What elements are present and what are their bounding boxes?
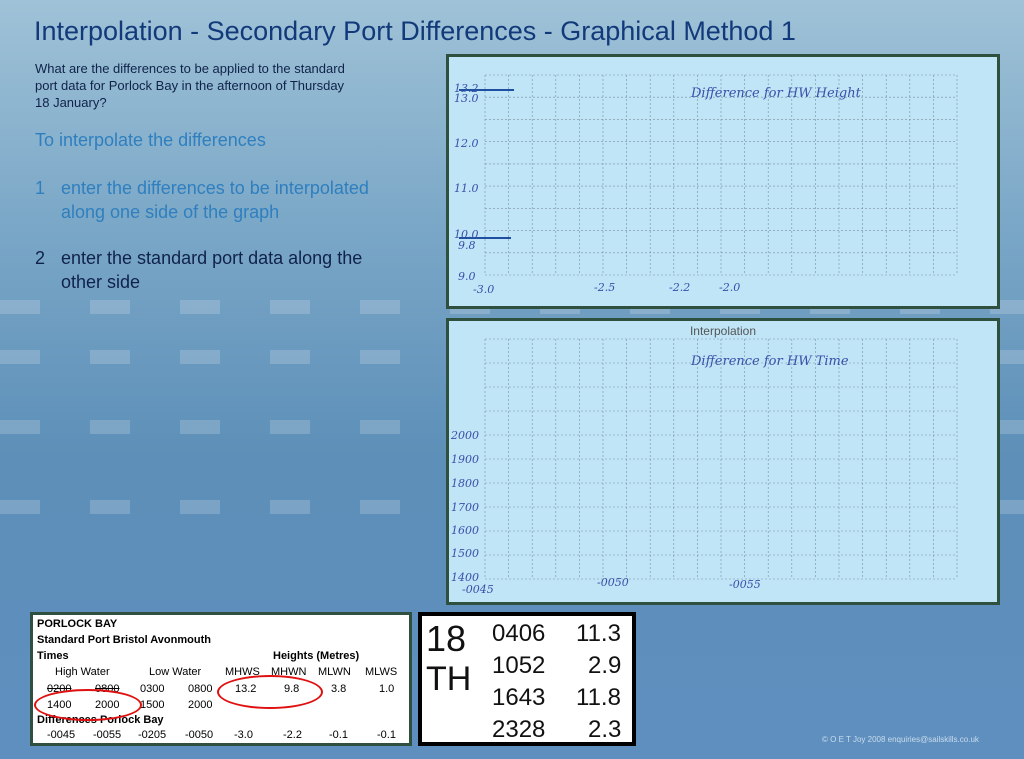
col-header: MLWS — [365, 666, 398, 678]
x-label: -0055 — [729, 578, 761, 591]
tide-height: 2.3 — [588, 716, 622, 743]
intro-text: To interpolate the differences — [35, 130, 266, 150]
cell: 0300 — [140, 683, 165, 695]
y-label: 1700 — [451, 501, 479, 514]
y-label: 1800 — [451, 477, 479, 490]
page-title: Interpolation - Secondary Port Differenc… — [34, 16, 796, 46]
y-label: 12.0 — [454, 137, 479, 150]
low-water-label: Low Water — [149, 666, 202, 678]
cell: -3.0 — [234, 729, 253, 741]
cell: -0055 — [93, 729, 122, 741]
height-graph: Difference for HW Height 13.2 13.0 12.0 … — [454, 74, 958, 296]
y-label: 1500 — [451, 547, 479, 560]
heights-label: Heights (Metres) — [273, 650, 360, 662]
tide-day-suffix: TH — [426, 660, 472, 698]
port-name: PORLOCK BAY — [37, 618, 118, 630]
tide-height: 2.9 — [588, 652, 622, 679]
time-graph: Difference for HW Time 2000 1900 1800 17… — [450, 338, 958, 596]
tide-time: 2328 — [492, 716, 546, 743]
cell: -0.1 — [377, 729, 396, 741]
tide-times-table: 18 TH 0406 11.3 1052 2.9 1643 11.8 2328 … — [418, 612, 636, 746]
copyright: © O E T Joy 2008 enquiries@sailskills.co… — [822, 735, 979, 744]
standard-port: Standard Port Bristol Avonmouth — [37, 634, 211, 646]
cell: 1.0 — [379, 683, 395, 695]
step-number: 1 — [35, 178, 46, 198]
x-label: -2.5 — [594, 281, 615, 294]
high-water-label: High Water — [55, 666, 110, 678]
y-label: 2000 — [450, 429, 479, 442]
x-label: -2.2 — [669, 281, 690, 294]
col-header: MLWN — [318, 666, 351, 678]
height-grid — [484, 74, 958, 276]
height-caption: Difference for HW Height — [690, 86, 862, 101]
cell: -0205 — [138, 729, 167, 741]
time-grid — [484, 338, 958, 580]
cell: -0050 — [185, 729, 214, 741]
step-text: enter the standard port data along the o… — [61, 248, 363, 292]
tide-time: 1052 — [492, 652, 546, 679]
tide-time: 1643 — [492, 684, 546, 711]
cell: 2000 — [188, 699, 213, 711]
cell: 0800 — [188, 683, 213, 695]
highlight-circle — [217, 675, 323, 709]
tide-height: 11.8 — [576, 684, 621, 711]
time-caption: Difference for HW Time — [690, 354, 849, 369]
y-label: 1600 — [451, 524, 479, 537]
port-differences-table: PORLOCK BAY Standard Port Bristol Avonmo… — [30, 612, 412, 746]
y-label: 13.0 — [454, 92, 479, 105]
times-label: Times — [37, 650, 69, 662]
y-label: 1900 — [451, 453, 479, 466]
cell: -0.1 — [329, 729, 348, 741]
tide-time: 0406 — [492, 620, 546, 647]
x-label: -0050 — [597, 576, 629, 589]
y-label: 11.0 — [454, 182, 479, 195]
y-label: 9.0 — [458, 270, 476, 283]
cell: -0045 — [47, 729, 76, 741]
height-graph-panel: Difference for HW Height 13.2 13.0 12.0 … — [446, 54, 1000, 309]
cell: 1500 — [140, 699, 165, 711]
cell: -2.2 — [283, 729, 302, 741]
x-label: -0045 — [462, 583, 494, 596]
x-label: -2.0 — [719, 281, 740, 294]
highlight-circle — [34, 689, 142, 721]
tide-day: 18 — [426, 618, 467, 659]
x-label: -3.0 — [473, 283, 494, 296]
tide-height: 11.3 — [576, 620, 621, 647]
cell: 3.8 — [331, 683, 347, 695]
step-text: enter the differences to be interpolated… — [61, 178, 369, 222]
time-graph-panel: Interpolation Difference for HW Time 200… — [446, 318, 1000, 605]
step-number: 2 — [35, 248, 46, 268]
y-label: 9.8 — [458, 239, 476, 252]
question-text: What are the differences to be applied t… — [35, 61, 345, 110]
